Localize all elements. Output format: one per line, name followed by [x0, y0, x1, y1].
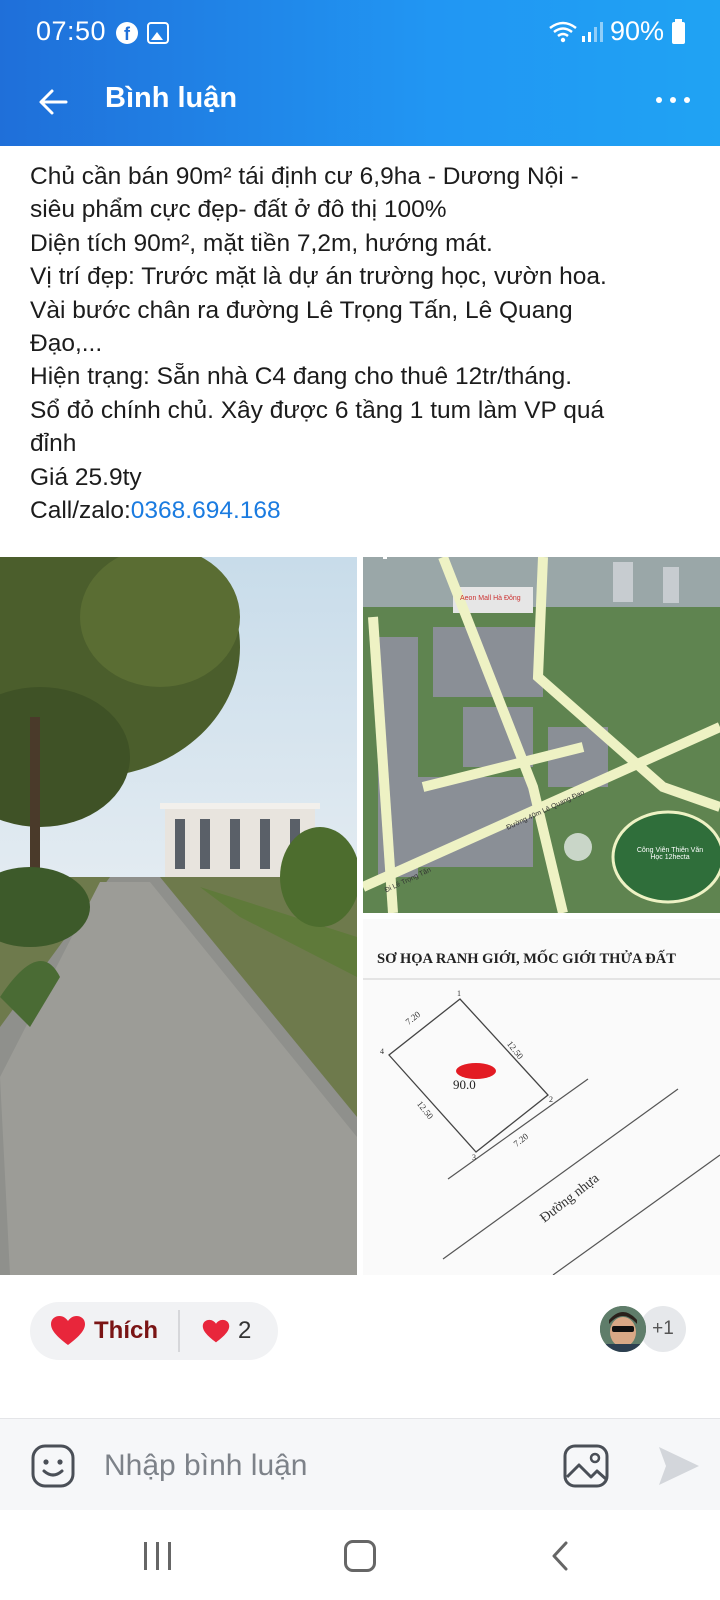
heart-icon [50, 1315, 86, 1347]
page-title: Bình luận [105, 82, 238, 114]
back-arrow-icon[interactable] [34, 82, 74, 122]
photo-road[interactable] [0, 557, 357, 1275]
reaction-bar: Thích 2 [30, 1302, 278, 1360]
like-button[interactable]: Thích [50, 1315, 158, 1347]
post-line: siêu phẩm cực đẹp- đất ở đô thị 100% [30, 196, 447, 224]
reaction-count-value: 2 [238, 1317, 252, 1344]
heart-icon [202, 1319, 230, 1344]
post-line: Vài bước chân ra đường Lê Trọng Tấn, Lê … [30, 296, 573, 324]
status-time: 07:50 [36, 16, 107, 46]
map-label-park: Công Viên Thiên Văn Học 12hecta [636, 847, 704, 861]
send-icon[interactable] [656, 1443, 702, 1489]
avatar[interactable] [600, 1306, 646, 1352]
plan-corner-label: 3 [472, 1153, 476, 1162]
wifi-icon [549, 21, 577, 43]
map-label-aeon: Aeon Mall Hà Đông [460, 595, 521, 602]
plot-plan-drawing [363, 978, 720, 1275]
app-header-background: 07:50 f 90% Bình luận [0, 0, 720, 146]
post-line: Vị trí đẹp: Trước mặt là dự án trường họ… [30, 263, 607, 291]
gallery-icon[interactable] [562, 1443, 610, 1489]
plan-corner-label: 1 [457, 989, 461, 998]
post-line: Diện tích 90m², mặt tiền 7,2m, hướng mát… [30, 229, 493, 257]
more-reactors-badge[interactable]: +1 [640, 1306, 686, 1352]
reaction-divider [178, 1310, 180, 1352]
system-nav-bar [0, 1510, 720, 1600]
battery-percent: 90% [610, 16, 665, 46]
app-bar: Bình luận [0, 56, 720, 146]
contact-line: Call/zalo:0368.694.168 [30, 494, 702, 527]
signal-icon [582, 22, 603, 42]
recent-apps-icon[interactable] [144, 1542, 174, 1570]
phone-link[interactable]: 0368.694.168 [131, 497, 281, 524]
battery-icon [672, 19, 685, 44]
comment-input[interactable] [104, 1441, 544, 1491]
post-line: đỉnh [30, 430, 77, 458]
home-icon[interactable] [344, 1540, 376, 1572]
facebook-icon: f [116, 22, 138, 44]
plan-area: 90.0 [453, 1077, 476, 1092]
contact-label: Call/zalo: [30, 497, 131, 525]
post-line: Đạo,... [30, 330, 103, 358]
plan-corner-label: 2 [549, 1095, 553, 1104]
photo-location-map[interactable]: Aeon Mall Hà Đông Công Viên Thiên Văn Họ… [363, 557, 720, 913]
gallery-notification-icon [147, 22, 169, 44]
plan-corner-label: 4 [380, 1047, 384, 1056]
post-line: Hiện trạng: Sẵn nhà C4 đang cho thuê 12t… [30, 363, 573, 391]
post-line: Giá 25.9ty [30, 463, 142, 491]
reaction-count[interactable]: 2 [202, 1317, 251, 1345]
nav-back-icon[interactable] [550, 1540, 570, 1572]
status-bar: 07:50 f 90% [0, 0, 720, 56]
post-line: Chủ cần bán 90m² tái định cư 6,9ha - Dươ… [30, 163, 579, 190]
more-options-icon[interactable] [656, 90, 692, 110]
like-label: Thích [94, 1317, 158, 1344]
sticker-icon[interactable] [30, 1443, 76, 1489]
photo-plot-plan[interactable]: SƠ HỌA RANH GIỚI, MỐC GIỚI THỬA ĐẤT 90.0… [363, 919, 720, 1275]
post-body: Chủ cần bán 90m² tái định cư 6,9ha - Dươ… [30, 160, 702, 527]
road-photo-drawing [0, 557, 357, 1275]
post-line: Sổ đỏ chính chủ. Xây được 6 tầng 1 tum l… [30, 396, 605, 424]
comment-bar [0, 1418, 720, 1510]
